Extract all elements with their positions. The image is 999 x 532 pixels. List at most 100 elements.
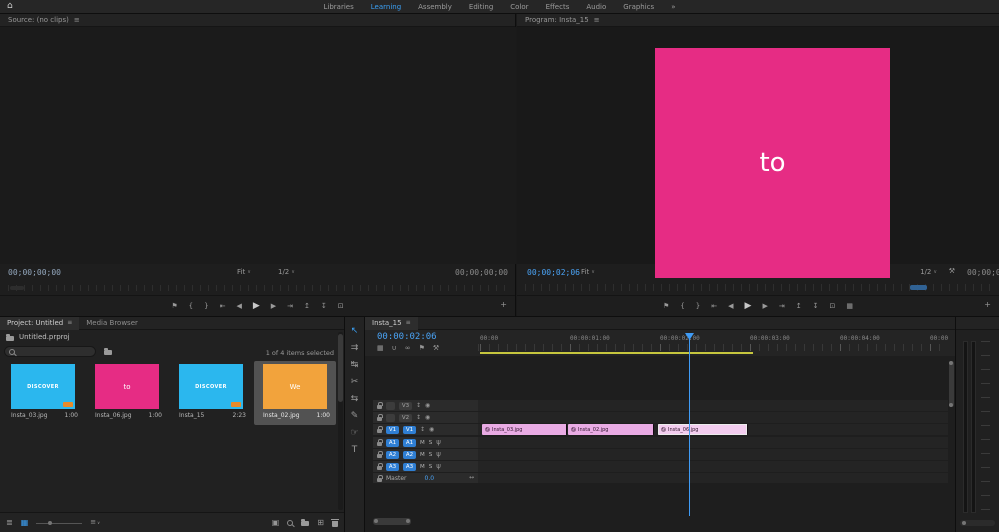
source-fit-dropdown[interactable]: Fit ∨ (237, 268, 251, 276)
workspace-tab-color[interactable]: Color (510, 3, 528, 11)
track-header-a2[interactable]: A2 A2 M S ψ (373, 449, 478, 460)
solo-button[interactable]: S (429, 440, 433, 446)
track-header-a1[interactable]: A1 A1 M S ψ (373, 437, 478, 448)
nest-sequence-icon[interactable]: ▦ (377, 345, 384, 352)
meters-scrollbar[interactable] (960, 520, 995, 526)
extract-icon[interactable]: ↧ (813, 303, 819, 310)
new-search-bin-icon[interactable] (104, 348, 112, 355)
list-view-icon[interactable]: ≣ (6, 519, 13, 527)
lift-icon[interactable]: ↥ (796, 303, 802, 310)
settings-wrench-icon[interactable]: ⚒ (949, 268, 955, 275)
slip-tool[interactable]: ⇆ (351, 391, 359, 406)
program-resolution-dropdown[interactable]: 1/2 ∨ (920, 268, 937, 276)
playhead-line[interactable] (689, 339, 690, 516)
voiceover-mic-icon[interactable]: ψ (436, 451, 441, 458)
zoom-slider-thumb[interactable] (48, 521, 52, 525)
workspace-tab-assembly[interactable]: Assembly (418, 3, 452, 11)
go-to-in-icon[interactable]: ⇤ (711, 303, 717, 310)
ripple-edit-tool[interactable]: ↹ (351, 357, 359, 372)
program-scroll-thumb[interactable] (910, 285, 927, 290)
project-item[interactable]: DISCOVER Insta_15 2:23 (170, 361, 252, 425)
meters-scroll-handle[interactable] (962, 521, 966, 525)
hand-tool[interactable]: ☞ (350, 425, 358, 440)
mark-out-icon[interactable]: } (204, 303, 208, 310)
workspace-tab-effects[interactable]: Effects (546, 3, 570, 11)
lock-icon[interactable] (377, 405, 382, 409)
comparison-view-icon[interactable]: ▦ (846, 303, 853, 310)
tab-media-browser[interactable]: Media Browser (79, 317, 145, 330)
track-lane-v3[interactable] (478, 400, 948, 411)
mark-in-icon[interactable]: { (189, 303, 193, 310)
mark-in-icon[interactable]: { (680, 303, 684, 310)
track-header-v1[interactable]: V1 V1 ↕ ◉ (373, 424, 478, 435)
project-search-box[interactable] (4, 346, 96, 357)
panel-menu-icon[interactable]: ≡ (594, 17, 600, 24)
timeline-vertical-thumb[interactable] (949, 361, 954, 407)
track-target-v3[interactable]: V3 (399, 402, 412, 410)
track-lane-a2[interactable] (478, 449, 948, 460)
workspace-tab-libraries[interactable]: Libraries (324, 3, 354, 11)
track-target-a3[interactable]: A3 (403, 463, 416, 471)
source-assign-badge[interactable] (386, 402, 395, 410)
timeline-ruler[interactable]: 00:00 00:00:01:00 00:00:02:00 00:00:03:0… (478, 333, 948, 355)
scroll-handle-top[interactable] (949, 361, 953, 365)
workspace-tab-audio[interactable]: Audio (586, 3, 606, 11)
master-volume-value[interactable]: 0.0 (425, 475, 435, 482)
play-button[interactable]: ▶ (253, 302, 260, 311)
source-scroll-thumb[interactable] (10, 286, 24, 290)
mark-out-icon[interactable]: } (696, 303, 700, 310)
source-scrub-bar[interactable] (8, 285, 507, 291)
type-tool[interactable]: T (352, 442, 358, 457)
step-back-icon[interactable]: ◀ (236, 303, 241, 310)
timeline-vertical-scrollbar[interactable] (949, 357, 954, 512)
source-current-timecode[interactable]: 00;00;00;00 (8, 268, 61, 277)
add-marker-icon[interactable]: ⚑ (663, 303, 669, 310)
project-item-name[interactable]: Insta_02.jpg (263, 412, 300, 419)
scroll-handle-bottom[interactable] (949, 403, 953, 407)
go-to-out-icon[interactable]: ⇥ (779, 303, 785, 310)
timeline-zoom-scrollbar-thumb[interactable] (373, 518, 411, 525)
lock-icon[interactable] (377, 478, 382, 482)
linked-selection-icon[interactable]: ∞ (405, 345, 411, 352)
step-forward-icon[interactable]: ▶ (762, 303, 767, 310)
voiceover-mic-icon[interactable]: ψ (436, 439, 441, 446)
track-target-v2[interactable]: V2 (399, 414, 412, 422)
source-assign-v1[interactable]: V1 (386, 426, 399, 434)
export-frame-icon[interactable]: ⊡ (829, 303, 835, 310)
panel-menu-icon[interactable]: ≡ (74, 17, 80, 24)
insert-icon[interactable]: ↥ (304, 303, 310, 310)
track-target-a2[interactable]: A2 (403, 451, 416, 459)
voiceover-mic-icon[interactable]: ψ (436, 463, 441, 470)
export-frame-icon[interactable]: ⊡ (338, 303, 344, 310)
panel-menu-icon[interactable]: ≡ (67, 320, 72, 326)
zoom-handle-left[interactable] (374, 519, 378, 523)
track-target-a1[interactable]: A1 (403, 439, 416, 447)
project-item-name[interactable]: Insta_15 (179, 412, 204, 419)
icon-view-icon[interactable]: ▦ (21, 519, 29, 527)
add-marker-icon[interactable]: ⚑ (171, 303, 177, 310)
source-assign-badge[interactable] (386, 414, 395, 422)
source-assign-a1[interactable]: A1 (386, 439, 399, 447)
find-icon[interactable] (287, 520, 293, 526)
project-file-row[interactable]: Untitled.prproj (6, 333, 70, 341)
track-header-v2[interactable]: V2 ↕ ◉ (373, 412, 478, 423)
keyframes-icon[interactable]: ↔ (469, 475, 474, 481)
overwrite-icon[interactable]: ↧ (321, 303, 327, 310)
sync-lock-icon[interactable]: ↕ (416, 415, 421, 421)
lock-icon[interactable] (377, 417, 382, 421)
go-to-in-icon[interactable]: ⇤ (220, 303, 226, 310)
automate-to-sequence-icon[interactable]: ▣ (272, 519, 280, 527)
razor-tool[interactable]: ✂ (351, 374, 359, 389)
source-assign-a3[interactable]: A3 (386, 463, 399, 471)
track-header-a3[interactable]: A3 A3 M S ψ (373, 461, 478, 472)
timeline-clip[interactable]: fx Insta_02.jpg (568, 424, 654, 435)
project-scrollbar-thumb[interactable] (338, 334, 343, 402)
work-area-bar[interactable] (480, 352, 753, 354)
timeline-current-timecode[interactable]: 00:00:02:06 (377, 332, 437, 342)
timeline-settings-icon[interactable]: ⚒ (433, 345, 439, 352)
track-lane-v1[interactable]: fx Insta_03.jpg fx Insta_02.jpg fx Insta… (478, 424, 948, 435)
mute-button[interactable]: M (420, 452, 425, 458)
button-editor-plus-icon[interactable]: + (984, 301, 991, 309)
toggle-output-eye-icon[interactable]: ◉ (425, 415, 430, 421)
button-editor-plus-icon[interactable]: + (500, 301, 507, 309)
